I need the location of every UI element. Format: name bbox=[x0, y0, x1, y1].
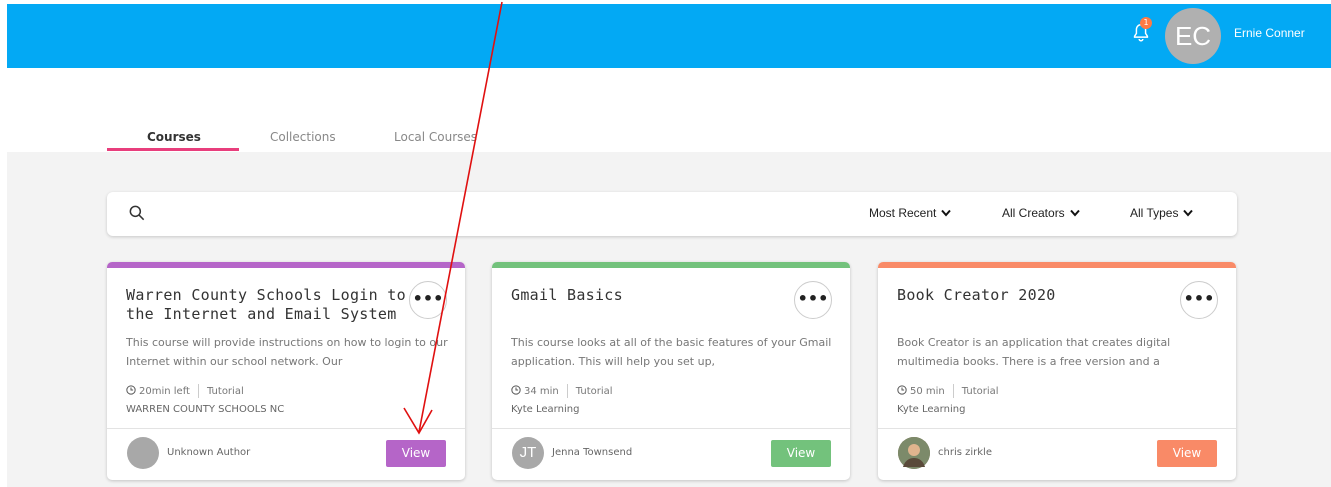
more-options-button[interactable]: ••• bbox=[409, 281, 447, 319]
author-name: Jenna Townsend bbox=[552, 447, 633, 458]
tab-local-courses[interactable]: Local Courses bbox=[394, 130, 477, 144]
card-title[interactable]: Book Creator 2020 bbox=[897, 286, 1177, 305]
creators-dropdown[interactable]: All Creators bbox=[1002, 206, 1080, 220]
creators-dropdown-label: All Creators bbox=[1002, 206, 1065, 220]
chevron-down-icon bbox=[1069, 206, 1080, 220]
card-accent-bar bbox=[492, 262, 850, 268]
course-card[interactable]: Book Creator 2020 ••• Book Creator is an… bbox=[878, 262, 1236, 480]
card-title[interactable]: Warren County Schools Login to the Inter… bbox=[126, 286, 406, 324]
search-bar[interactable]: Most Recent All Creators All Types bbox=[107, 192, 1237, 236]
card-description: Book Creator is an application that crea… bbox=[897, 336, 1171, 368]
card-duration: 34 min bbox=[524, 386, 559, 397]
card-organization: WARREN COUNTY SCHOOLS NC bbox=[126, 404, 285, 415]
card-organization: Kyte Learning bbox=[511, 404, 580, 415]
card-meta: 20min left Tutorial bbox=[126, 384, 244, 398]
card-type: Tutorial bbox=[961, 386, 999, 397]
card-duration: 20min left bbox=[139, 386, 190, 397]
card-type: Tutorial bbox=[206, 386, 244, 397]
chevron-down-icon bbox=[1183, 206, 1194, 220]
card-divider bbox=[492, 428, 850, 429]
card-type: Tutorial bbox=[575, 386, 613, 397]
clock-icon bbox=[897, 385, 907, 395]
view-button[interactable]: View bbox=[386, 440, 446, 467]
more-options-button[interactable]: ••• bbox=[794, 281, 832, 319]
page: 1 EC Ernie Conner Courses Collections Lo… bbox=[0, 0, 1331, 487]
tab-collections[interactable]: Collections bbox=[270, 130, 336, 144]
card-divider bbox=[107, 428, 465, 429]
clock-icon bbox=[126, 385, 136, 395]
view-button[interactable]: View bbox=[1157, 440, 1217, 467]
course-card[interactable]: Warren County Schools Login to the Inter… bbox=[107, 262, 465, 480]
active-tab-indicator bbox=[107, 148, 239, 151]
sort-dropdown[interactable]: Most Recent bbox=[869, 206, 952, 220]
card-organization: Kyte Learning bbox=[897, 404, 966, 415]
card-duration: 50 min bbox=[910, 386, 945, 397]
types-dropdown-label: All Types bbox=[1130, 206, 1179, 220]
card-meta: 34 min Tutorial bbox=[511, 384, 613, 398]
author-avatar bbox=[127, 437, 159, 469]
chevron-down-icon bbox=[941, 206, 952, 220]
author-name: Unknown Author bbox=[167, 447, 251, 458]
card-description: This course looks at all of the basic fe… bbox=[511, 336, 832, 368]
clock-icon bbox=[511, 385, 521, 395]
card-title[interactable]: Gmail Basics bbox=[511, 286, 791, 305]
card-description: This course will provide instructions on… bbox=[126, 336, 448, 368]
card-accent-bar bbox=[878, 262, 1236, 268]
course-card[interactable]: Gmail Basics ••• This course looks at al… bbox=[492, 262, 850, 480]
author-name: chris zirkle bbox=[938, 447, 992, 458]
sort-dropdown-label: Most Recent bbox=[869, 206, 937, 220]
card-divider bbox=[878, 428, 1236, 429]
user-name[interactable]: Ernie Conner bbox=[1234, 26, 1305, 40]
card-meta: 50 min Tutorial bbox=[897, 384, 999, 398]
more-options-button[interactable]: ••• bbox=[1180, 281, 1218, 319]
view-button[interactable]: View bbox=[771, 440, 831, 467]
notification-badge: 1 bbox=[1140, 17, 1152, 29]
author-avatar-photo bbox=[898, 437, 930, 469]
author-avatar: JT bbox=[512, 437, 544, 469]
tab-bar: Courses Collections Local Courses bbox=[107, 118, 507, 152]
types-dropdown[interactable]: All Types bbox=[1130, 206, 1194, 220]
person-icon bbox=[898, 437, 930, 469]
tab-courses[interactable]: Courses bbox=[147, 130, 201, 144]
user-avatar[interactable]: EC bbox=[1165, 8, 1221, 64]
search-icon[interactable] bbox=[127, 203, 147, 223]
card-accent-bar bbox=[107, 262, 465, 268]
